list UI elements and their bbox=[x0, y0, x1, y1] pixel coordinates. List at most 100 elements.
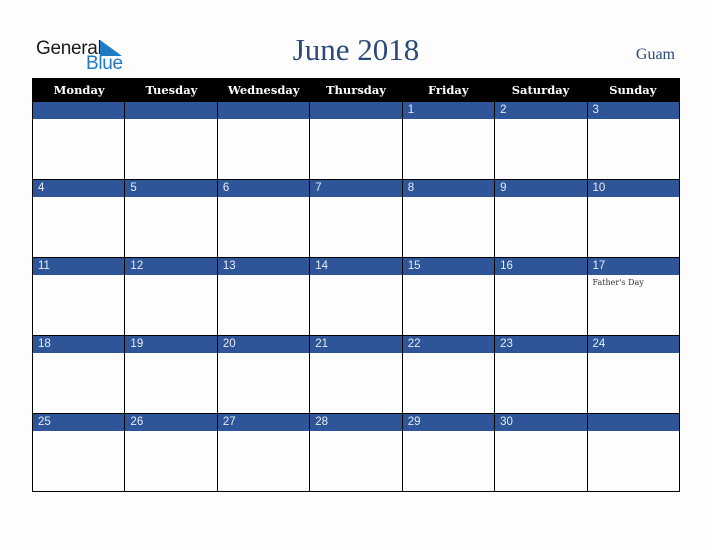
day-number: 18 bbox=[33, 336, 125, 353]
day-number: 14 bbox=[310, 258, 402, 275]
day-cell[interactable]: 1 bbox=[401, 102, 495, 179]
day-cell[interactable]: 19 bbox=[124, 336, 217, 413]
calendar-grid: Monday Tuesday Wednesday Thursday Friday Satu… bbox=[32, 78, 680, 492]
day-number: 25 bbox=[33, 414, 125, 431]
day-body bbox=[402, 275, 495, 335]
day-number: 23 bbox=[495, 336, 587, 353]
day-cell[interactable]: 11 bbox=[33, 258, 125, 335]
day-cell[interactable] bbox=[586, 414, 679, 491]
day-cell[interactable] bbox=[33, 102, 125, 179]
day-cell[interactable]: 27 bbox=[216, 414, 310, 491]
day-body bbox=[587, 353, 679, 413]
day-body bbox=[495, 431, 587, 491]
day-cell[interactable]: 22 bbox=[401, 336, 495, 413]
day-body bbox=[587, 197, 679, 257]
day-body bbox=[217, 275, 310, 335]
day-number: 10 bbox=[587, 180, 679, 197]
day-body bbox=[310, 353, 402, 413]
day-cell[interactable]: 21 bbox=[309, 336, 402, 413]
day-body bbox=[217, 431, 310, 491]
day-number bbox=[217, 102, 310, 119]
day-body bbox=[33, 119, 125, 179]
day-number: 26 bbox=[125, 414, 217, 431]
day-body bbox=[125, 197, 217, 257]
day-number: 15 bbox=[402, 258, 495, 275]
day-body bbox=[495, 275, 587, 335]
day-body bbox=[217, 353, 310, 413]
day-number: 5 bbox=[125, 180, 217, 197]
day-cell[interactable]: 23 bbox=[494, 336, 587, 413]
day-cell[interactable]: 12 bbox=[124, 258, 217, 335]
day-cell[interactable]: 29 bbox=[401, 414, 495, 491]
day-body bbox=[402, 119, 495, 179]
day-cell[interactable]: 7 bbox=[309, 180, 402, 257]
day-body bbox=[33, 431, 125, 491]
day-cell[interactable]: 28 bbox=[309, 414, 402, 491]
day-cell[interactable]: 16 bbox=[494, 258, 587, 335]
day-body bbox=[402, 431, 495, 491]
day-body bbox=[495, 353, 587, 413]
day-cell[interactable] bbox=[216, 102, 310, 179]
day-cell[interactable]: 26 bbox=[124, 414, 217, 491]
day-cell[interactable]: 3 bbox=[586, 102, 679, 179]
day-number: 6 bbox=[217, 180, 310, 197]
day-number bbox=[310, 102, 402, 119]
week-row: 25 26 27 28 29 30 bbox=[33, 413, 679, 491]
day-body bbox=[217, 119, 310, 179]
day-cell[interactable]: 24 bbox=[586, 336, 679, 413]
day-cell[interactable]: 15 bbox=[401, 258, 495, 335]
day-number: 30 bbox=[495, 414, 587, 431]
day-body bbox=[587, 119, 679, 179]
day-cell[interactable]: 17 Father's Day bbox=[586, 258, 679, 335]
day-cell[interactable] bbox=[124, 102, 217, 179]
weekday-thursday: Thursday bbox=[325, 83, 386, 97]
day-body bbox=[125, 275, 217, 335]
day-number: 2 bbox=[495, 102, 587, 119]
day-number bbox=[587, 414, 679, 431]
day-number: 7 bbox=[310, 180, 402, 197]
day-cell[interactable]: 2 bbox=[494, 102, 587, 179]
day-cell[interactable]: 4 bbox=[33, 180, 125, 257]
weekday-sunday: Sunday bbox=[609, 83, 657, 97]
day-cell[interactable]: 20 bbox=[216, 336, 310, 413]
day-number: 3 bbox=[587, 102, 679, 119]
week-row: 18 19 20 21 22 23 24 bbox=[33, 335, 679, 413]
day-number: 1 bbox=[402, 102, 495, 119]
day-cell[interactable]: 13 bbox=[216, 258, 310, 335]
day-cell[interactable]: 5 bbox=[124, 180, 217, 257]
day-number: 8 bbox=[402, 180, 495, 197]
day-body bbox=[587, 431, 679, 491]
day-number bbox=[33, 102, 125, 119]
weekday-tuesday: Tuesday bbox=[145, 83, 198, 97]
day-number: 12 bbox=[125, 258, 217, 275]
day-body bbox=[310, 275, 402, 335]
day-cell[interactable]: 10 bbox=[586, 180, 679, 257]
day-cell[interactable] bbox=[309, 102, 402, 179]
day-body bbox=[402, 353, 495, 413]
day-body bbox=[125, 353, 217, 413]
weekday-friday: Friday bbox=[427, 83, 469, 97]
day-number: 24 bbox=[587, 336, 679, 353]
day-number: 9 bbox=[495, 180, 587, 197]
day-number: 4 bbox=[33, 180, 125, 197]
day-cell[interactable]: 18 bbox=[33, 336, 125, 413]
day-number: 28 bbox=[310, 414, 402, 431]
day-cell[interactable]: 25 bbox=[33, 414, 125, 491]
day-body bbox=[217, 197, 310, 257]
day-cell[interactable]: 14 bbox=[309, 258, 402, 335]
day-cell[interactable]: 6 bbox=[216, 180, 310, 257]
holiday-label: Father's Day bbox=[592, 278, 644, 287]
day-body: Father's Day bbox=[587, 275, 679, 335]
day-cell[interactable]: 8 bbox=[401, 180, 495, 257]
day-number bbox=[125, 102, 217, 119]
day-cell[interactable]: 30 bbox=[494, 414, 587, 491]
weekday-wednesday: Wednesday bbox=[227, 83, 300, 97]
calendar-title: June 2018 bbox=[292, 32, 420, 67]
day-body bbox=[310, 119, 402, 179]
day-cell[interactable]: 9 bbox=[494, 180, 587, 257]
weekday-monday: Monday bbox=[53, 83, 105, 97]
day-number: 21 bbox=[310, 336, 402, 353]
day-body bbox=[310, 197, 402, 257]
weekday-saturday: Saturday bbox=[511, 83, 570, 97]
day-number: 13 bbox=[217, 258, 310, 275]
